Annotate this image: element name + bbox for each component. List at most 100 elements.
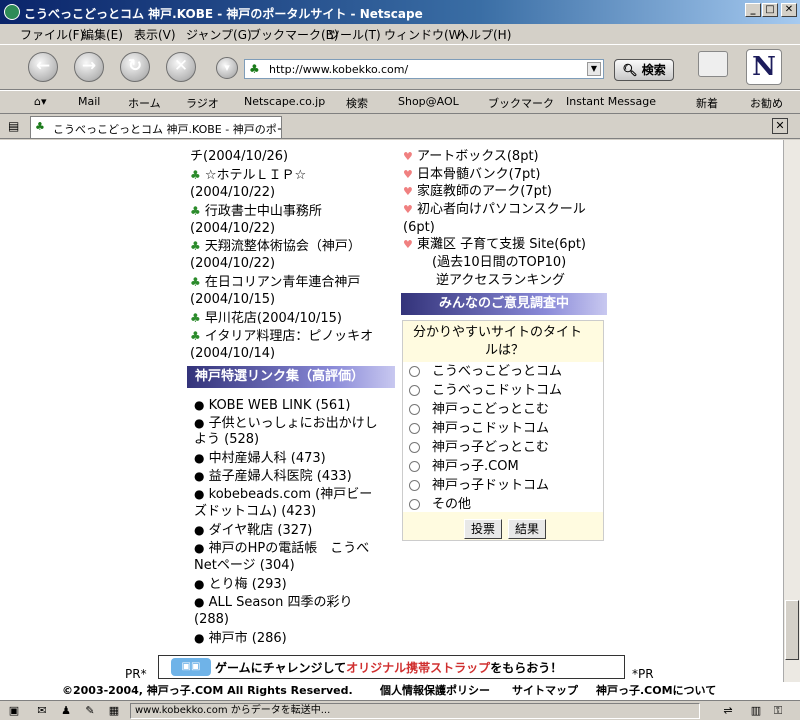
home-tab-icon[interactable]: ⌂▾ — [34, 95, 47, 108]
url-bar[interactable]: ♣ http://www.kobekko.com/ ▼ — [244, 59, 604, 79]
link-text[interactable]: kobebeads.com (神戸ビー — [209, 487, 373, 502]
bookmark-mail[interactable]: Mail — [78, 95, 100, 108]
link-text[interactable]: 子供といっしょにお出かけし — [209, 416, 378, 431]
results-button[interactable]: 結果 — [508, 519, 546, 539]
history-dropdown[interactable]: ▾ — [216, 57, 238, 79]
link-item[interactable]: ● KOBE WEB LINK (561) — [194, 396, 350, 415]
bookmark-shop-aol[interactable]: Shop@AOL — [398, 95, 459, 108]
menu-help[interactable]: ヘルプ(H) — [457, 26, 511, 43]
link-text[interactable]: ALL Season 四季の彩り — [209, 595, 353, 610]
privacy-policy-link[interactable]: 個人情報保護ポリシー — [380, 682, 490, 700]
new-tab-icon[interactable]: ▤ — [8, 119, 19, 133]
aim-icon[interactable]: ♟ — [58, 704, 74, 718]
menu-view[interactable]: 表示(V) — [134, 26, 176, 43]
ranking-item[interactable]: ♥ 日本骨髄バンク(7pt) — [403, 166, 540, 184]
radio-button[interactable] — [409, 499, 420, 510]
poll-option[interactable]: 神戸っ子ドットコム — [409, 477, 549, 495]
new-site-link[interactable]: 行政書士中山事務所 — [205, 204, 322, 219]
new-site-item[interactable]: ♣ 早川花店(2004/10/15) — [190, 309, 342, 328]
vertical-scrollbar[interactable] — [783, 140, 800, 682]
netscape-logo-icon[interactable]: N — [746, 49, 782, 85]
bookmark-recommend[interactable]: お勧め — [750, 95, 783, 111]
link-text[interactable]: 益子産婦人科医院 (433) — [209, 469, 352, 484]
new-site-item[interactable]: ♣ 行政書士中山事務所 — [190, 202, 322, 221]
reload-button[interactable]: ↻ — [120, 52, 150, 82]
link-item-cont[interactable]: Netページ (304) — [194, 557, 295, 575]
minimize-button[interactable]: _ — [745, 3, 761, 17]
mail-icon[interactable]: ✉ — [34, 704, 50, 718]
ranking-link[interactable]: 日本骨髄バンク(7pt) — [417, 167, 540, 182]
print-icon[interactable] — [698, 51, 728, 77]
menu-tools[interactable]: ツール(T) — [328, 26, 381, 43]
ranking-item[interactable]: ♥ 東灘区 子育て支援 Site(6pt) — [403, 236, 586, 254]
link-text[interactable]: とり梅 (293) — [209, 577, 287, 592]
ranking-item[interactable]: ♥ 初心者向けパソコンスクール — [403, 201, 586, 219]
bookmark-radio[interactable]: ラジオ — [186, 95, 219, 111]
bookmark-netscape[interactable]: Netscape.co.jp — [244, 95, 325, 108]
radio-button[interactable] — [409, 480, 420, 491]
url-dropdown-icon[interactable]: ▼ — [587, 62, 601, 76]
forward-button[interactable]: → — [74, 52, 104, 82]
new-site-item[interactable]: ♣ 在日コリアン青年連合神戸 — [190, 273, 360, 292]
vote-button[interactable]: 投票 — [464, 519, 502, 539]
link-item[interactable]: ● ダイヤ靴店 (327) — [194, 521, 312, 540]
radio-button[interactable] — [409, 423, 420, 434]
radio-button[interactable] — [409, 404, 420, 415]
search-button[interactable]: 🔍︎ 検索 — [614, 59, 674, 81]
bookmark-home[interactable]: ホーム — [128, 95, 161, 111]
link-item[interactable]: ● 益子産婦人科医院 (433) — [194, 467, 352, 486]
poll-option[interactable]: こうべっこどっとコム — [409, 363, 562, 381]
close-tab-button[interactable]: ✕ — [772, 118, 788, 134]
link-item-cont[interactable]: よう (528) — [194, 431, 259, 449]
link-item-cont[interactable]: ズドットコム) (423) — [194, 503, 316, 521]
poll-option[interactable]: 神戸っこドットコム — [409, 420, 549, 438]
link-item[interactable]: ● とり梅 (293) — [194, 575, 287, 594]
address-book-icon[interactable]: ▦ — [106, 704, 122, 718]
back-button[interactable]: ← — [28, 52, 58, 82]
ad-banner[interactable]: ▣▣ ゲームにチャレンジしてオリジナル携帯ストラップをもらおう！ — [158, 655, 625, 679]
composer-icon[interactable]: ✎ — [82, 704, 98, 718]
ranking-item-cont[interactable]: (6pt) — [403, 219, 435, 237]
link-item[interactable]: ● 中村産婦人科 (473) — [194, 449, 326, 468]
menu-edit[interactable]: 編集(E) — [82, 26, 123, 43]
new-site-link[interactable]: イタリア料理店：ピノッキオ — [205, 329, 373, 344]
new-site-item[interactable]: ♣ ☆ホテルＬＩＰ☆ — [190, 166, 306, 185]
link-text[interactable]: 中村産婦人科 (473) — [209, 451, 326, 466]
link-item[interactable]: ● 神戸市 (286) — [194, 629, 287, 648]
lock-icon[interactable]: ▣ — [6, 704, 22, 718]
poll-option[interactable]: 神戸っこどっとこむ — [409, 401, 549, 419]
new-site-link[interactable]: 早川花店(2004/10/15) — [205, 311, 342, 326]
link-text[interactable]: 神戸のHPの電話帳 こうべ — [209, 541, 370, 556]
ranking-item[interactable]: ♥ 家庭教師のアーク(7pt) — [403, 183, 552, 201]
new-site-link[interactable]: 天翔流整体術協会（神戸） — [205, 239, 361, 254]
bookmark-folder[interactable]: ブックマーク — [488, 95, 554, 111]
about-link[interactable]: 神戸っ子.COMについて — [596, 682, 716, 700]
ranking-link[interactable]: 家庭教師のアーク(7pt) — [417, 184, 552, 199]
menu-window[interactable]: ウィンドウ(W) — [384, 26, 465, 43]
url-input[interactable]: http://www.kobekko.com/ — [269, 63, 408, 76]
poll-option[interactable]: こうべっこドットコム — [409, 382, 562, 400]
ranking-link[interactable]: 初心者向けパソコンスクール — [417, 202, 586, 217]
ranking-link[interactable]: アートボックス(8pt) — [417, 149, 539, 164]
ranking-item[interactable]: ♥ アートボックス(8pt) — [403, 148, 539, 166]
link-item-cont[interactable]: (288) — [194, 611, 229, 629]
menu-file[interactable]: ファイル(F) — [20, 26, 84, 43]
poll-option[interactable]: 神戸っ子どっとこむ — [409, 439, 549, 457]
close-window-button[interactable]: ✕ — [781, 3, 797, 17]
new-site-item[interactable]: ♣ 天翔流整体術協会（神戸） — [190, 237, 361, 256]
ranking-link[interactable]: 東灘区 子育て支援 Site(6pt) — [417, 237, 586, 252]
link-item[interactable]: ● ALL Season 四季の彩り — [194, 593, 352, 612]
reverse-access-link[interactable]: 逆アクセスランキング — [436, 272, 565, 290]
link-text[interactable]: KOBE WEB LINK (561) — [209, 398, 351, 413]
tab-kobekko[interactable]: ♣ こうべっこどっとコム 神戸.KOBE - 神戸のポー... — [30, 116, 282, 138]
radio-button[interactable] — [409, 442, 420, 453]
poll-option[interactable]: 神戸っ子.COM — [409, 458, 519, 476]
link-text[interactable]: ダイヤ靴店 (327) — [209, 523, 313, 538]
maximize-button[interactable]: □ — [762, 3, 778, 17]
radio-button[interactable] — [409, 385, 420, 396]
new-site-link[interactable]: ☆ホテルＬＩＰ☆ — [205, 168, 306, 183]
bookmark-search[interactable]: 検索 — [346, 95, 368, 111]
sitemap-link[interactable]: サイトマップ — [512, 682, 578, 700]
radio-button[interactable] — [409, 366, 420, 377]
menu-bookmarks[interactable]: ブックマーク(B) — [249, 26, 339, 43]
